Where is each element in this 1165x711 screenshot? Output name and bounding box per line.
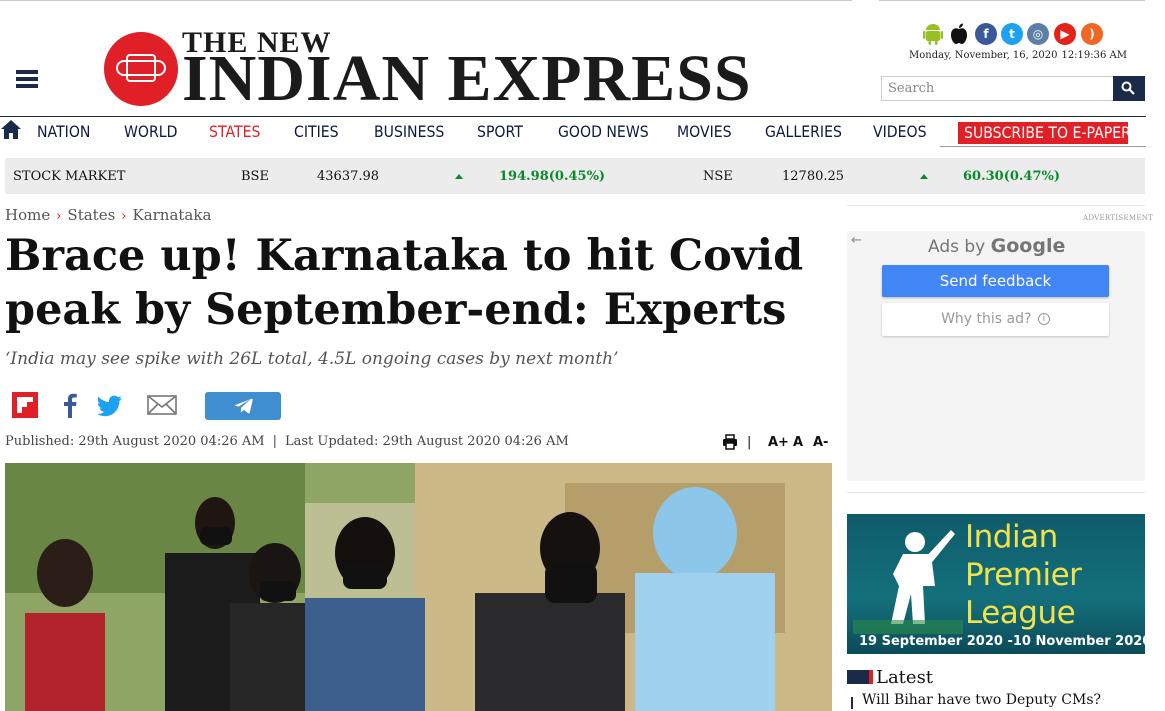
- breadcrumb-states[interactable]: States: [67, 206, 115, 224]
- telegram-icon: [234, 398, 253, 414]
- instagram-icon[interactable]: ◎: [1027, 23, 1049, 45]
- print-icon[interactable]: [722, 434, 738, 454]
- android-icon[interactable]: [922, 23, 944, 45]
- stock-market-bar: STOCK MARKET BSE 43637.98 194.98(0.45%) …: [5, 158, 1145, 194]
- why-this-ad-label: Why this ad?: [941, 311, 1032, 327]
- article-headline: Brace up! Karnataka to hit Covid peak by…: [5, 231, 804, 335]
- search-icon: [1121, 81, 1135, 95]
- main-nav: NATION WORLD STATES CITIES BUSINESS SPOR…: [0, 116, 1146, 147]
- nse-up-arrow-icon: [920, 174, 928, 179]
- breadcrumb-karnataka[interactable]: Karnataka: [132, 206, 211, 224]
- nav-item-world[interactable]: WORLD: [124, 122, 177, 141]
- facebook-icon[interactable]: f: [975, 23, 997, 45]
- nav-item-good-news[interactable]: GOOD NEWS: [558, 122, 649, 141]
- rss-icon[interactable]: ): [1081, 23, 1103, 45]
- twitter-share-icon[interactable]: [97, 395, 123, 421]
- send-feedback-button[interactable]: Send feedback: [882, 265, 1109, 297]
- facebook-share-icon[interactable]: [62, 392, 78, 422]
- twitter-icon[interactable]: t: [1001, 23, 1023, 45]
- published-date: Published: 29th August 2020 04:26 AM: [5, 434, 265, 449]
- flipboard-share-icon[interactable]: [12, 392, 38, 422]
- chevron-right-icon: ›: [56, 209, 62, 224]
- bse-change: 194.98(0.45%): [499, 169, 606, 184]
- font-decrease-button[interactable]: A-: [813, 435, 828, 450]
- ipl-banner[interactable]: Indian Premier League 19 September 2020 …: [847, 514, 1145, 654]
- nav-item-business[interactable]: BUSINESS: [374, 122, 444, 141]
- list-marker: [851, 697, 853, 709]
- nse-value: 12780.25: [782, 169, 845, 184]
- ads-by-google: Ads by Google: [928, 235, 1065, 257]
- nse-label: NSE: [703, 169, 733, 184]
- subscribe-label: SUBSCRIBE TO E-PAPER: [964, 123, 1128, 142]
- subscribe-epaper-button[interactable]: SUBSCRIBE TO E-PAPER: [958, 122, 1128, 144]
- info-icon: i: [1037, 313, 1050, 325]
- chevron-right-icon: ›: [121, 209, 127, 224]
- top-rule-right: [879, 0, 1145, 1]
- why-this-ad-button[interactable]: Why this ad? i: [882, 303, 1109, 336]
- search-button[interactable]: [1113, 76, 1145, 101]
- current-date: Monday, November, 16, 2020: [909, 50, 1058, 61]
- latest-item[interactable]: Will Bihar have two Deputy CMs?: [862, 692, 1101, 708]
- back-arrow-icon[interactable]: ←: [851, 233, 862, 248]
- nse-change: 60.30(0.47%): [963, 169, 1061, 184]
- article-hero-image: [5, 463, 832, 711]
- updated-date: Last Updated: 29th August 2020 04:26 AM: [284, 434, 569, 449]
- latest-flag-icon: [847, 670, 873, 684]
- meta-separator: |: [272, 434, 277, 449]
- youtube-icon[interactable]: ▶: [1054, 23, 1076, 45]
- menu-icon[interactable]: [16, 70, 38, 88]
- hero-photo: [5, 463, 832, 711]
- ad-container: ← Ads by Google Send feedback Why this a…: [847, 231, 1145, 481]
- bse-value: 43637.98: [317, 169, 380, 184]
- nav-item-galleries[interactable]: GALLERIES: [765, 122, 842, 141]
- home-icon[interactable]: [0, 118, 22, 140]
- tools-separator: |: [747, 435, 752, 450]
- nav-item-states[interactable]: STATES: [209, 122, 260, 141]
- article-subhead: ‘India may see spike with 26L total, 4.5…: [5, 349, 619, 369]
- ipl-dates: 19 September 2020 -10 November 2020: [859, 634, 1145, 649]
- breadcrumb-home[interactable]: Home: [5, 206, 50, 224]
- site-logo[interactable]: THE NEW INDIAN EXPRESS: [104, 26, 751, 112]
- bse-up-arrow-icon: [455, 174, 463, 179]
- logo-line-2: INDIAN EXPRESS: [182, 42, 752, 115]
- ad-top-divider: [847, 205, 1145, 206]
- ipl-title: Indian Premier League: [965, 519, 1082, 631]
- breadcrumb: Home › States › Karnataka: [5, 206, 211, 224]
- search-box: [881, 76, 1145, 101]
- nav-item-cities[interactable]: CITIES: [294, 122, 339, 141]
- ad-bottom-divider: [847, 492, 1145, 493]
- top-rule-left: [0, 0, 852, 1]
- nav-item-sport[interactable]: SPORT: [477, 122, 523, 141]
- font-reset-button[interactable]: A: [793, 435, 803, 450]
- telegram-share-button[interactable]: [205, 392, 281, 420]
- font-increase-button[interactable]: A+: [768, 435, 789, 450]
- article-meta: Published: 29th August 2020 04:26 AM | Las…: [5, 434, 569, 449]
- ads-by-label: Ads by: [928, 237, 986, 257]
- email-share-icon[interactable]: [147, 395, 177, 419]
- bse-label: BSE: [241, 169, 269, 184]
- google-wordmark: Google: [990, 235, 1066, 257]
- advertisement-label: ADVERTISEMENT: [1083, 214, 1154, 222]
- latest-heading: Latest: [876, 667, 934, 688]
- apple-icon[interactable]: [948, 23, 970, 45]
- date-time: Monday, November, 16, 2020 12:19:36 AM: [909, 50, 1131, 61]
- cricket-batsman-icon: [853, 530, 963, 634]
- search-input[interactable]: [882, 77, 1114, 100]
- nav-item-videos[interactable]: VIDEOS: [873, 122, 927, 141]
- current-time: 12:19:36 AM: [1061, 50, 1128, 61]
- nav-item-nation[interactable]: NATION: [37, 122, 90, 141]
- stock-market-label: STOCK MARKET: [13, 169, 126, 184]
- nav-item-movies[interactable]: MOVIES: [677, 122, 732, 141]
- logo-emblem-icon: [104, 32, 178, 106]
- nav-divider: [940, 146, 1146, 147]
